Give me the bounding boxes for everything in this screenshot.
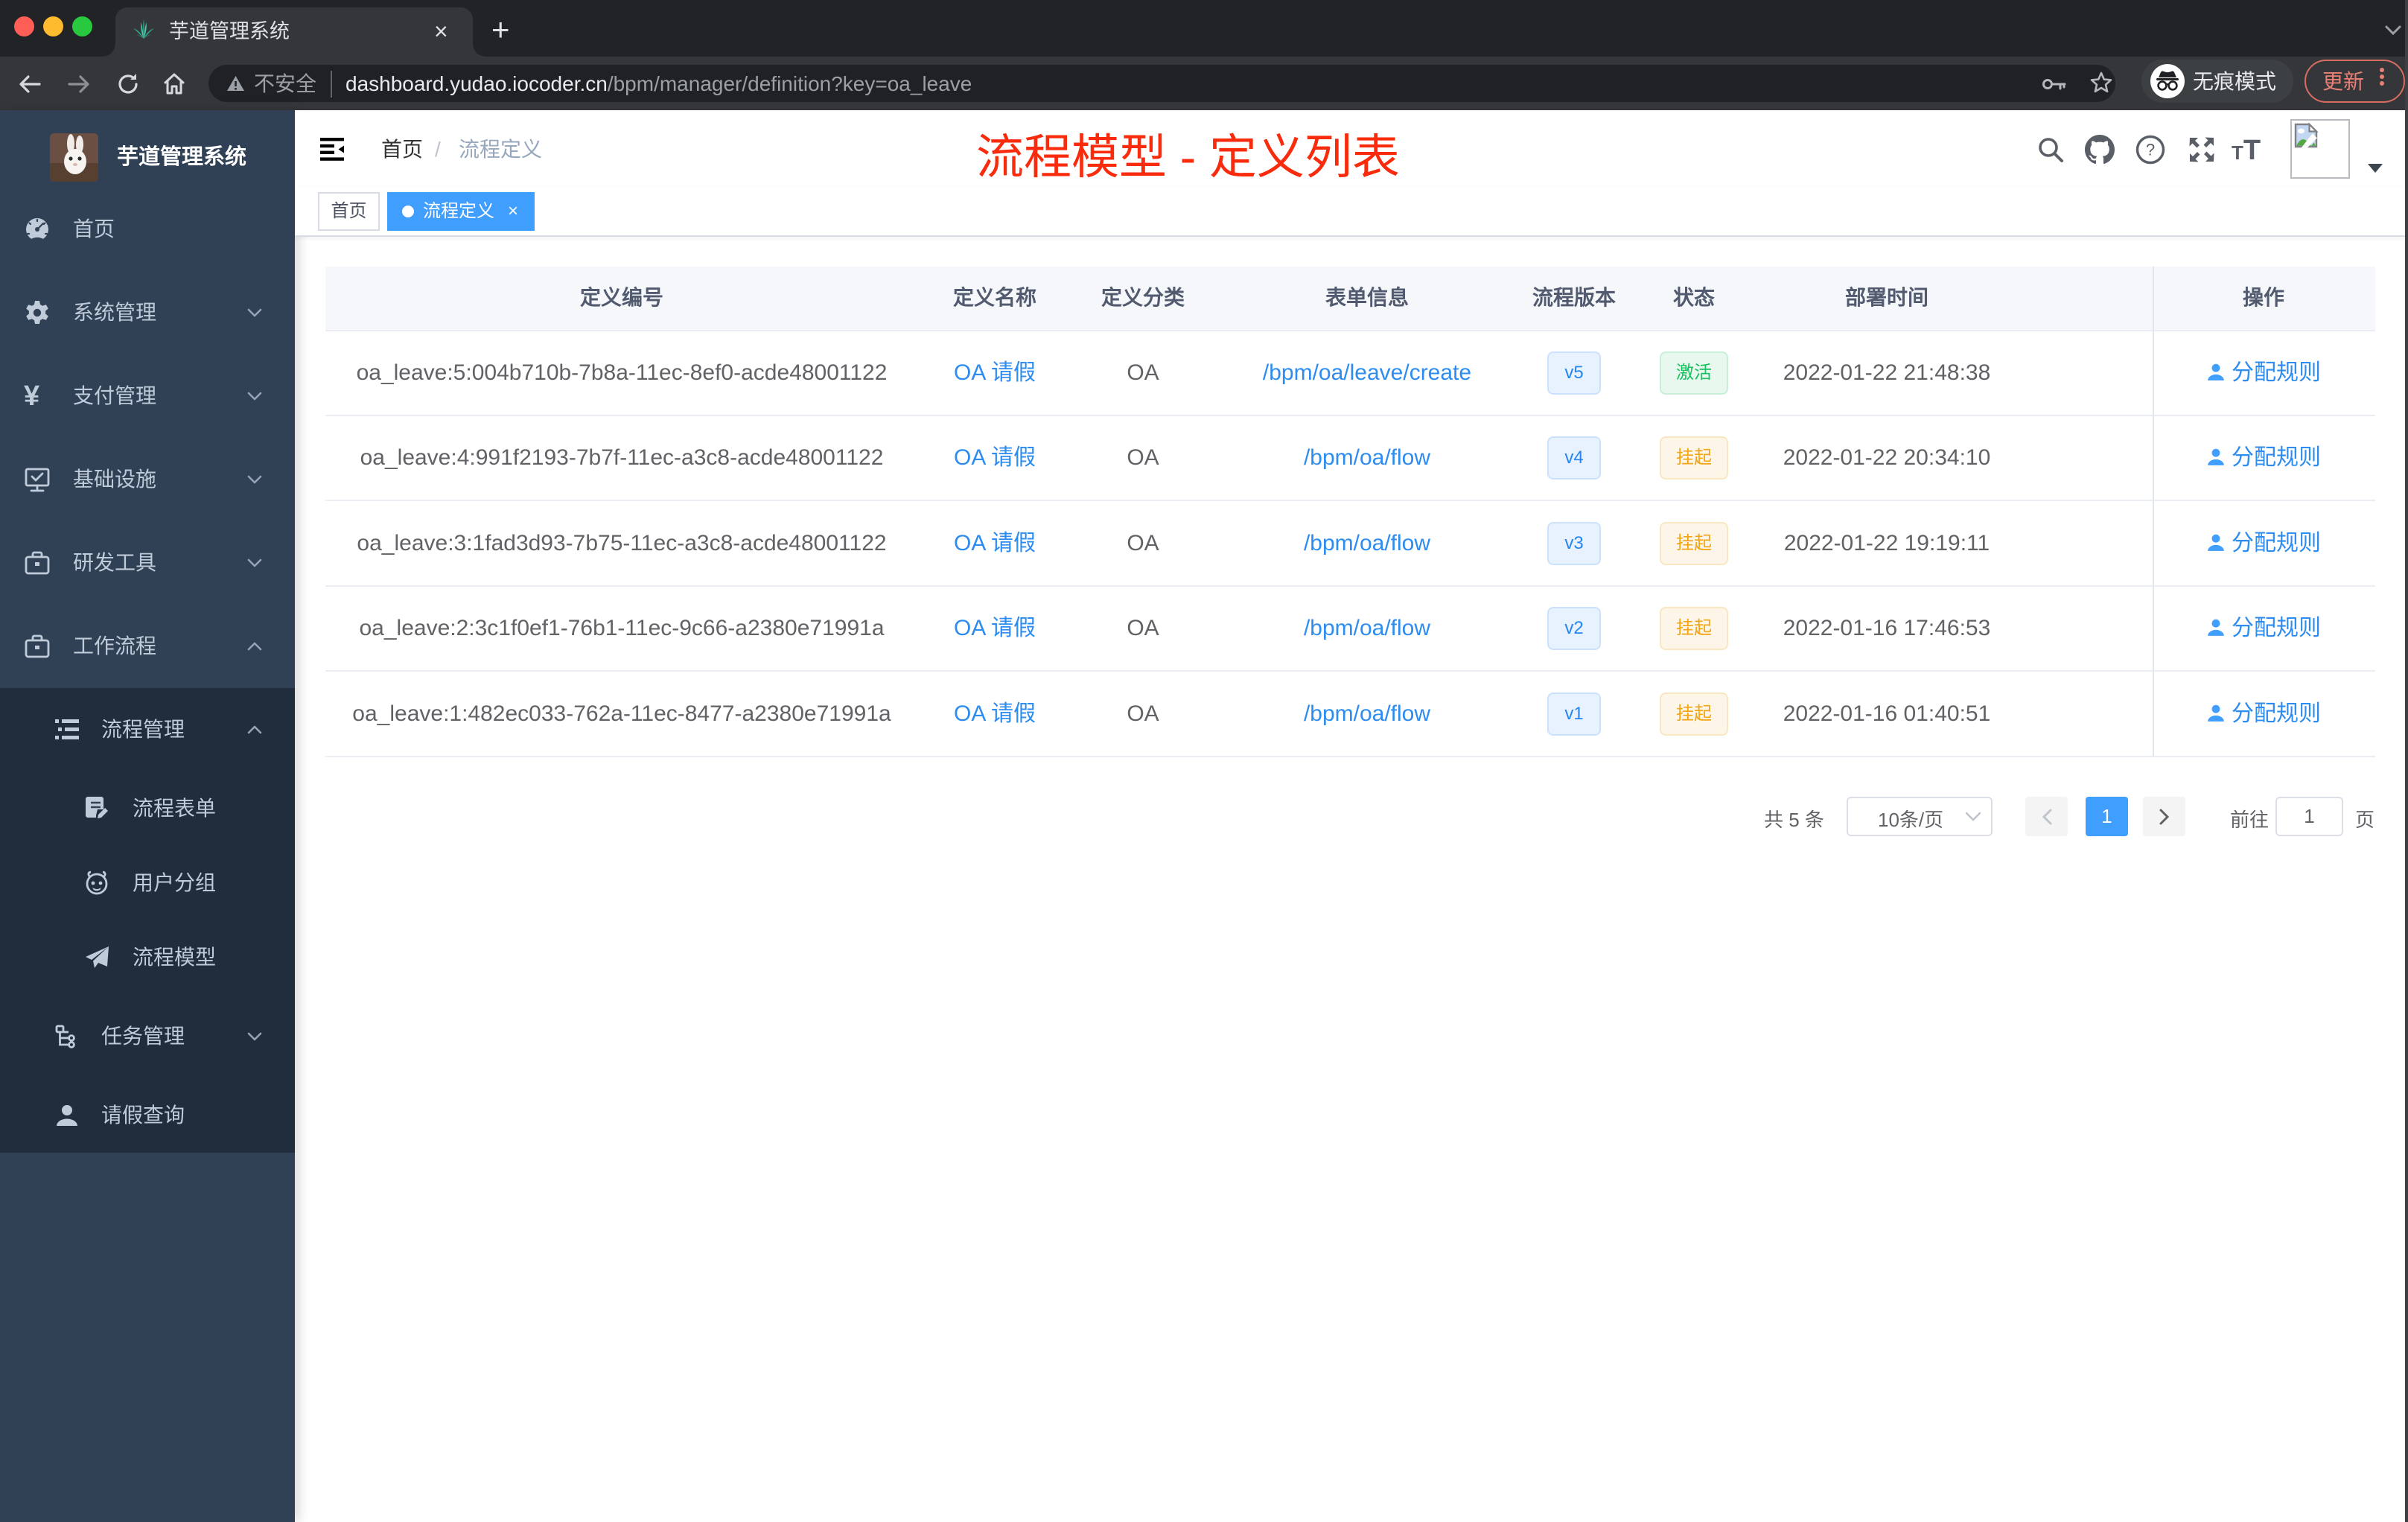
svg-text:?: ? xyxy=(2146,141,2155,159)
